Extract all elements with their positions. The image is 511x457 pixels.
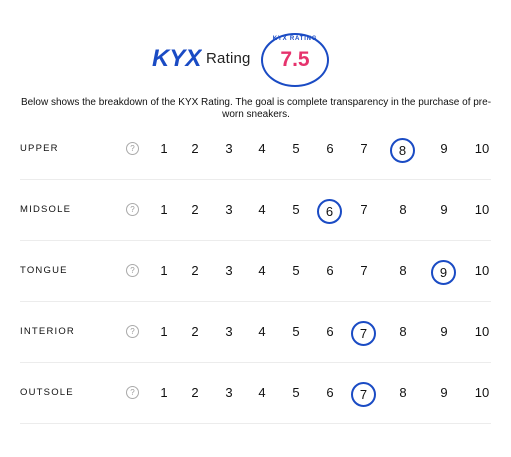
score-option-9[interactable]: 9 [431,383,457,403]
rating-row-midsole: MIDSOLE? 1 2 3 4 5 6 7 8 9 10 [20,180,491,241]
rating-header: KYX Rating KYX RATING 7.5 [0,0,511,95]
score-option-5[interactable]: 5 [283,322,309,342]
score-option-7[interactable]: 7 [351,382,376,407]
score-option-7[interactable]: 7 [351,261,377,281]
score-option-3[interactable]: 3 [216,322,242,342]
kyx-logo: KYX [152,45,202,72]
score-option-3[interactable]: 3 [216,261,242,281]
help-icon[interactable]: ? [126,264,139,277]
row-label: TONGUE [20,265,68,276]
rating-row-tongue: TONGUE? 1 2 3 4 5 6 7 8 9 10 [20,241,491,302]
score-option-10[interactable]: 10 [469,261,495,281]
row-label: MIDSOLE [20,204,72,215]
score-option-8[interactable]: 8 [390,261,416,281]
score-option-5[interactable]: 5 [283,200,309,220]
overall-score: 7.5 [280,48,310,71]
score-option-10[interactable]: 10 [469,139,495,159]
score-option-5[interactable]: 5 [283,383,309,403]
score-option-10[interactable]: 10 [469,383,495,403]
kyx-logo-text: KYX [152,45,202,72]
score-option-7[interactable]: 7 [351,200,377,220]
badge-label: KYX RATING [272,36,318,42]
score-option-8[interactable]: 8 [390,200,416,220]
score-option-2[interactable]: 2 [182,383,208,403]
rating-row-interior: INTERIOR? 1 2 3 4 5 6 7 8 9 10 [20,302,491,363]
score-option-8[interactable]: 8 [390,322,416,342]
score-option-1[interactable]: 1 [151,383,177,403]
score-option-1[interactable]: 1 [151,261,177,281]
score-option-6[interactable]: 6 [317,261,343,281]
score-option-7[interactable]: 7 [351,139,377,159]
score-option-6[interactable]: 6 [317,383,343,403]
score-option-4[interactable]: 4 [249,383,275,403]
score-option-1[interactable]: 1 [151,200,177,220]
score-option-2[interactable]: 2 [182,200,208,220]
score-option-4[interactable]: 4 [249,200,275,220]
score-option-1[interactable]: 1 [151,139,177,159]
help-icon[interactable]: ? [126,203,139,216]
rating-breakdown: UPPER? 1 2 3 4 5 6 7 8 9 10 MIDSOLE? 1 2 3 4 5 6 7 8 9 10 TONG… [20,119,491,424]
score-option-3[interactable]: 3 [216,383,242,403]
row-label: UPPER [20,143,59,154]
score-option-4[interactable]: 4 [249,261,275,281]
score-option-3[interactable]: 3 [216,200,242,220]
score-option-6[interactable]: 6 [317,322,343,342]
score-option-9[interactable]: 9 [431,322,457,342]
score-option-4[interactable]: 4 [249,322,275,342]
score-option-2[interactable]: 2 [182,139,208,159]
score-option-6[interactable]: 6 [317,199,342,224]
score-option-9[interactable]: 9 [431,139,457,159]
rating-title: Rating [206,50,251,67]
score-option-9[interactable]: 9 [431,260,456,285]
score-option-5[interactable]: 5 [283,139,309,159]
score-option-10[interactable]: 10 [469,200,495,220]
score-option-9[interactable]: 9 [431,200,457,220]
score-option-8[interactable]: 8 [390,138,415,163]
rating-row-outsole: OUTSOLE? 1 2 3 4 5 6 7 8 9 10 [20,363,491,424]
rating-badge: KYX RATING 7.5 [261,33,329,87]
help-icon[interactable]: ? [126,386,139,399]
score-option-8[interactable]: 8 [390,383,416,403]
score-option-10[interactable]: 10 [469,322,495,342]
score-option-2[interactable]: 2 [182,322,208,342]
row-label: OUTSOLE [20,387,74,398]
rating-row-upper: UPPER? 1 2 3 4 5 6 7 8 9 10 [20,119,491,180]
score-option-2[interactable]: 2 [182,261,208,281]
score-option-4[interactable]: 4 [249,139,275,159]
score-option-7[interactable]: 7 [351,321,376,346]
help-icon[interactable]: ? [126,325,139,338]
score-option-1[interactable]: 1 [151,322,177,342]
score-option-6[interactable]: 6 [317,139,343,159]
score-option-3[interactable]: 3 [216,139,242,159]
score-option-5[interactable]: 5 [283,261,309,281]
help-icon[interactable]: ? [126,142,139,155]
intro-text: Below shows the breakdown of the KYX Rat… [20,97,492,120]
row-label: INTERIOR [20,326,75,337]
